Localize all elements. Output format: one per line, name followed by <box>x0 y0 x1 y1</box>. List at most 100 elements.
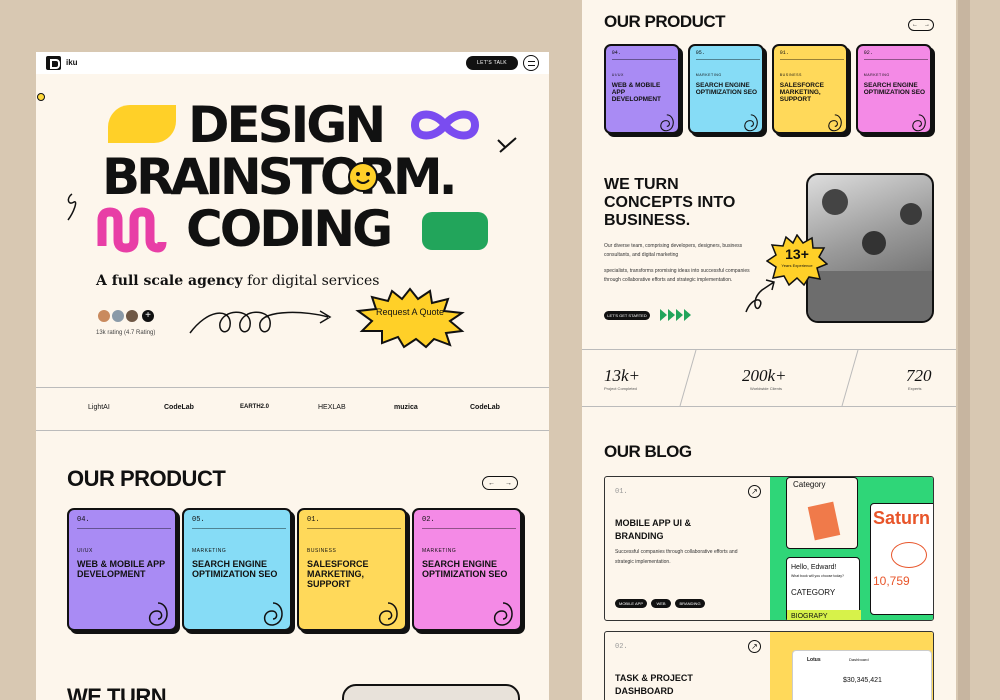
concepts-title: WE TURN CONCEPTS INTO BUSINESS. <box>604 176 736 229</box>
card-title: WEB & MOBILE APP DEVELOPMENT <box>77 559 166 579</box>
card-title: SEARCH ENGINE OPTIMIZATION SEO <box>695 82 758 97</box>
blog-number: 02. <box>615 643 628 651</box>
hero-tagline: A full scale agency for digital services <box>96 273 380 289</box>
yellow-shape-icon <box>108 105 176 143</box>
card-title: SEARCH ENGINE OPTIMIZATION SEO <box>863 82 926 97</box>
badge-number: 13+ <box>785 246 809 262</box>
prev-arrow-icon[interactable]: ← <box>912 22 918 28</box>
stat-label: Project Completed <box>604 386 637 391</box>
mock-phone: Category <box>786 477 858 549</box>
smiley-icon <box>348 162 378 192</box>
product-card[interactable]: 02. MARKETING SEARCH ENGINE OPTIMIZATION S… <box>856 44 932 134</box>
logo-icon[interactable] <box>46 56 61 70</box>
concepts-body-2: specialists, transforms promising ideas … <box>604 268 750 283</box>
card-divider <box>611 58 677 60</box>
landing-page-main: iku LET'S TALK DESIGN BRAINSTORM. CODING… <box>36 52 549 700</box>
mock-category: Category <box>793 480 826 489</box>
rating-text: 13k rating (4.7 Rating) <box>96 330 156 336</box>
carousel-arrows: ← → <box>482 476 518 490</box>
product-section-title: OUR PRODUCT <box>604 12 726 31</box>
get-started-button[interactable]: LET'S GET STARTED <box>604 311 650 320</box>
product-card[interactable]: 05. MARKETING SEARCH ENGINE OPTIMIZATION S… <box>182 508 292 631</box>
blog-excerpt: Successful companies through collaborati… <box>615 549 738 565</box>
product-card[interactable]: 04. UI/UX WEB & MOBILE APP DEVELOPMENT <box>604 44 680 134</box>
card-title: SEARCH ENGINE OPTIMIZATION SEO <box>422 559 508 579</box>
scribble-icon <box>263 602 283 626</box>
open-arrow-icon[interactable]: ↗ <box>748 640 761 653</box>
next-arrow-icon[interactable]: → <box>924 22 930 28</box>
scribble-icon <box>378 602 398 626</box>
partner-logo: LightAI <box>88 404 110 411</box>
card-category: MARKETING <box>695 73 722 78</box>
request-quote-button[interactable]: Request A Quote <box>354 287 466 349</box>
tag-pill[interactable]: WEB <box>651 599 671 608</box>
mock-biography: BIOGRAPY <box>787 610 861 620</box>
scribble-icon <box>912 113 926 131</box>
person <box>900 203 922 225</box>
card-title: SALESFORCE MARKETING, SUPPORT <box>779 82 824 104</box>
add-avatar-icon[interactable]: + <box>140 308 156 324</box>
mock-phone: Saturn 10,759 <box>870 503 933 615</box>
prev-arrow-icon[interactable]: ← <box>488 480 495 487</box>
carousel-arrows: ← → <box>908 19 934 31</box>
card-category: MARKETING <box>863 73 890 78</box>
product-card[interactable]: 05. MARKETING SEARCH ENGINE OPTIMIZATION S… <box>688 44 764 134</box>
hero-line-brainstorm: BRAINSTORM. <box>102 148 458 206</box>
lets-talk-button[interactable]: LET'S TALK <box>466 56 518 70</box>
card-category: UI/UX <box>77 548 93 554</box>
divider <box>582 349 956 350</box>
pink-wave-icon <box>97 207 167 253</box>
brand-name: iku <box>66 58 78 67</box>
top-nav: iku LET'S TALK <box>36 52 549 74</box>
card-title: WEB & MOBILE APP DEVELOPMENT <box>611 82 661 104</box>
request-quote-label: Request A Quote <box>375 307 445 317</box>
card-divider <box>422 528 516 529</box>
open-arrow-icon[interactable]: ↗ <box>748 485 761 498</box>
card-number: 05. <box>695 50 705 57</box>
product-card[interactable]: 02. MARKETING SEARCH ENGINE OPTIMIZATION S… <box>412 508 522 631</box>
concepts-body-1: Our diverse team, comprising developers,… <box>604 243 743 258</box>
card-number: 01. <box>779 50 789 57</box>
card-category: MARKETING <box>192 548 227 554</box>
tag-pill[interactable]: MOBILE APP <box>615 599 647 608</box>
stat-value: 720 <box>906 366 932 385</box>
tag-pill[interactable]: BRANDING <box>675 599 705 608</box>
mock-saturn: Saturn <box>873 508 931 528</box>
person <box>862 231 886 255</box>
blog-title: MOBILE APP UI & BRANDING <box>615 518 692 541</box>
stat-value: 200k+ <box>742 366 787 385</box>
divider <box>36 430 549 431</box>
blog-image-mockups: Category Hello, Edward! What book will y… <box>770 477 933 620</box>
partner-logo: HEXLAB <box>318 404 346 411</box>
background-strip <box>958 0 970 700</box>
mock-balance: $30,345,421 <box>843 677 882 684</box>
scribble-icon <box>744 113 758 131</box>
scribble-icon <box>828 113 842 131</box>
card-category: MARKETING <box>422 548 457 554</box>
card-number: 02. <box>422 516 435 524</box>
card-number: 04. <box>77 516 90 524</box>
green-shape-icon <box>422 212 488 250</box>
landing-page-continued: OUR PRODUCT ← → 04. UI/UX WEB & MOBILE APP… <box>582 0 956 700</box>
cursor-dot-icon <box>37 93 45 101</box>
blog-card[interactable]: 02. ↗ TASK & PROJECT DASHBOARD Lotus Das… <box>604 631 934 700</box>
card-divider <box>192 528 286 529</box>
person <box>822 189 848 215</box>
product-card[interactable]: 01. BUSINESS SALESFORCE MARKETING, SUPPORT <box>772 44 848 134</box>
mock-book <box>807 501 841 541</box>
card-number: 01. <box>307 516 320 524</box>
menu-icon[interactable] <box>523 55 539 71</box>
play-arrows-icon <box>660 309 691 321</box>
infinity-icon <box>410 110 480 140</box>
card-number: 02. <box>863 50 873 57</box>
divider <box>36 387 549 388</box>
next-arrow-icon[interactable]: → <box>505 480 512 487</box>
product-card[interactable]: 04. UI/UX WEB & MOBILE APP DEVELOPMENT <box>67 508 177 631</box>
curly-arrow-icon <box>745 279 775 313</box>
scribble-icon <box>493 602 513 626</box>
blog-card[interactable]: 01. ↗ MOBILE APP UI & BRANDING Successfu… <box>604 476 934 621</box>
mock-hello: Hello, Edward! <box>791 564 837 571</box>
product-card[interactable]: 01. BUSINESS SALESFORCE MARKETING, SUPPORT <box>297 508 407 631</box>
blog-image-dashboard: Lotus Dashboard $30,345,421 <box>770 632 933 700</box>
card-divider <box>77 528 171 529</box>
